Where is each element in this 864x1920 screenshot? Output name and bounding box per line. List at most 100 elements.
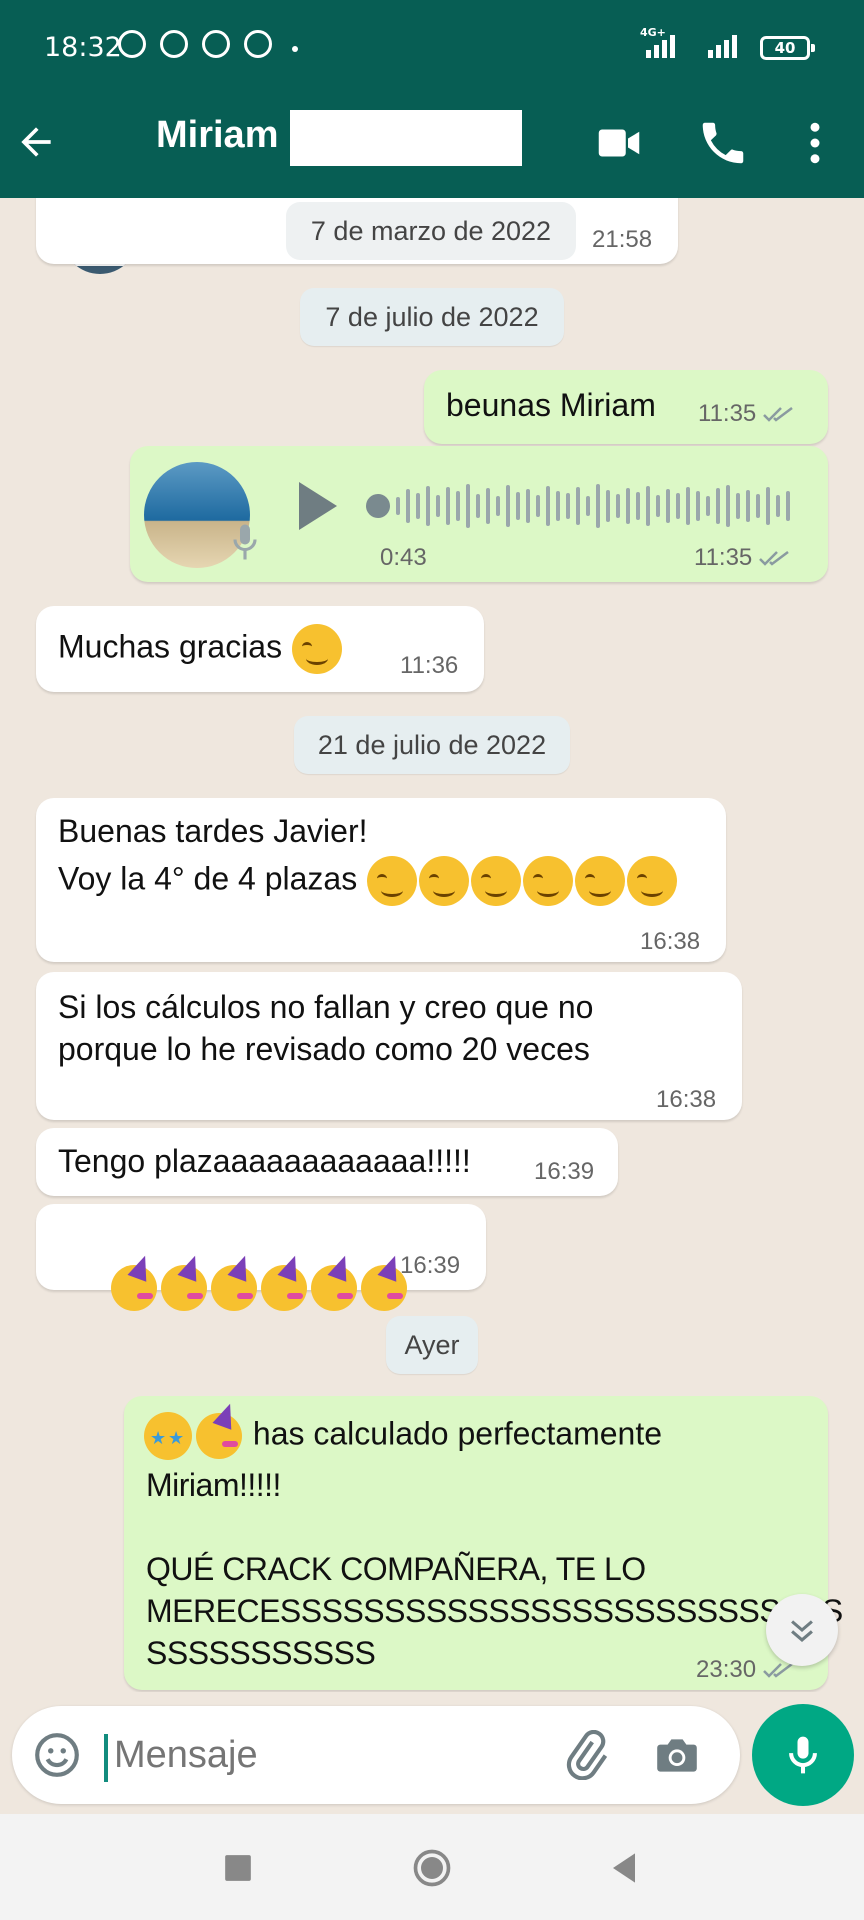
message-time: 16:39 (400, 1252, 461, 1279)
alarm-icon (118, 30, 146, 58)
message-bubble[interactable]: Si los cálculos no fallan y creo que no … (36, 972, 742, 1120)
partying-face-emoji-icon (261, 1264, 308, 1311)
waveform-bar (696, 491, 700, 521)
partying-face-emoji-icon (211, 1264, 258, 1311)
message-text: 7 de marzo de 2022 (286, 202, 576, 260)
redacted-surname (290, 110, 522, 166)
message-time: 21:58 (592, 226, 653, 253)
partying-face-emoji-icon (196, 1413, 242, 1459)
seek-knob[interactable] (366, 494, 390, 518)
notification-icons (118, 30, 272, 58)
message-input[interactable] (114, 1728, 554, 1782)
message-meta: 11:35 (698, 400, 798, 428)
message-text: Si los cálculos no fallan y creo que no … (58, 989, 594, 1067)
message-time: 16:38 (656, 1086, 717, 1113)
waveform-bar (436, 495, 440, 517)
date-separator: 7 de julio de 2022 (300, 288, 564, 346)
mic-icon (233, 524, 257, 560)
waveform-bar (406, 489, 410, 523)
waveform-bar (786, 491, 790, 521)
voice-duration: 0:43 (380, 544, 427, 571)
message-text: beunas Miriam (446, 387, 656, 423)
waveform-bar (656, 495, 660, 517)
date-separator: 21 de julio de 2022 (294, 716, 570, 774)
message-bubble[interactable]: 7 de marzo de 2022 21:58 (36, 198, 678, 264)
play-icon[interactable] (292, 478, 342, 534)
message-text: Muchas gracias (58, 624, 343, 674)
waveform-bar (736, 493, 740, 519)
record-voice-button[interactable] (752, 1704, 854, 1806)
waveform-bar (446, 487, 450, 525)
smiling-emoji-icon (523, 856, 574, 906)
contact-name[interactable]: Miriam (156, 114, 278, 157)
waveform-bar (466, 484, 470, 528)
waveform-bar (506, 485, 510, 527)
text-cursor (104, 1734, 108, 1782)
message-time: 11:35 (698, 400, 757, 427)
waveform-bar (496, 496, 500, 516)
message-text: Miriam!!!!! QUÉ CRACK COMPAÑERA, TE LO M… (146, 1467, 843, 1671)
message-text: has calculado perfectamente (144, 1412, 662, 1460)
back-icon[interactable] (602, 1846, 646, 1890)
mic-icon (789, 1736, 817, 1774)
waveform-bar (646, 486, 650, 526)
waveform-bar (666, 489, 670, 523)
waveform-bar (516, 492, 520, 520)
phone-icon[interactable] (696, 116, 750, 170)
back-arrow-icon[interactable] (14, 120, 58, 164)
message-text: Buenas tardes Javier! (58, 813, 368, 849)
signal-icon (646, 32, 675, 58)
signal-icon (708, 32, 737, 58)
waveform-bar (456, 491, 460, 521)
attach-icon[interactable] (560, 1730, 610, 1780)
camera-icon[interactable] (652, 1730, 702, 1780)
message-time: 16:38 (640, 928, 701, 955)
waveform-bar (396, 497, 400, 515)
star-struck-emoji-icon (144, 1412, 192, 1460)
waveform-bar (726, 485, 730, 527)
waveform-bar (766, 487, 770, 525)
message-time: 11:35 (694, 544, 753, 571)
message-time: 16:39 (534, 1158, 595, 1185)
chevron-down-icon (791, 1620, 813, 1642)
home-icon[interactable] (410, 1846, 454, 1890)
message-bubble[interactable]: Tengo plazaaaaaaaaaaaa!!!!! 16:39 (36, 1128, 618, 1196)
message-bubble[interactable]: Buenas tardes Javier! Voy la 4° de 4 pla… (36, 798, 726, 962)
more-icon[interactable] (788, 116, 842, 170)
waveform-bar (576, 487, 580, 525)
smiling-emoji-icon (419, 856, 470, 906)
battery-icon: 40 (760, 36, 815, 60)
message-bubble[interactable]: beunas Miriam 11:35 (424, 370, 828, 444)
smiling-emoji-icon (471, 856, 522, 906)
waveform-bar (536, 495, 540, 517)
waveform-bar (526, 489, 530, 523)
message-bubble[interactable]: 16:39 (36, 1204, 486, 1311)
waveform-bar (476, 494, 480, 518)
smiling-emoji-icon (367, 856, 418, 906)
recents-icon[interactable] (216, 1846, 260, 1890)
message-composer (12, 1706, 740, 1804)
message-text: Tengo plazaaaaaaaaaaaa!!!!! (58, 1143, 471, 1179)
waveform-bar (486, 488, 490, 524)
smiling-emoji-icon (627, 856, 678, 906)
video-call-icon[interactable] (592, 116, 646, 170)
voice-message[interactable]: 0:43 11:35 (130, 446, 828, 582)
system-nav-bar (0, 1814, 864, 1920)
waveform-bar (686, 487, 690, 525)
message-list[interactable]: 7 de marzo de 2022 21:58 7 de julio de 2… (0, 198, 864, 1692)
more-notifications-dot (292, 46, 298, 52)
message-bubble[interactable]: Muchas gracias 11:36 (36, 606, 484, 692)
waveform-bar (636, 492, 640, 520)
waveform-bar (616, 494, 620, 518)
message-time: 23:30 (696, 1656, 757, 1683)
scroll-to-bottom-button[interactable] (766, 1594, 838, 1666)
waveform-bar (676, 493, 680, 519)
waveform-bar (746, 490, 750, 522)
chat-header: Miriam (0, 100, 864, 274)
waveform-bar (716, 488, 720, 524)
waveform-bar (626, 488, 630, 524)
message-bubble[interactable]: has calculado perfectamente Miriam!!!!! … (124, 1396, 843, 1690)
emoji-icon[interactable] (32, 1730, 82, 1780)
voice-waveform[interactable] (366, 478, 806, 534)
waveform-bar (546, 486, 550, 526)
